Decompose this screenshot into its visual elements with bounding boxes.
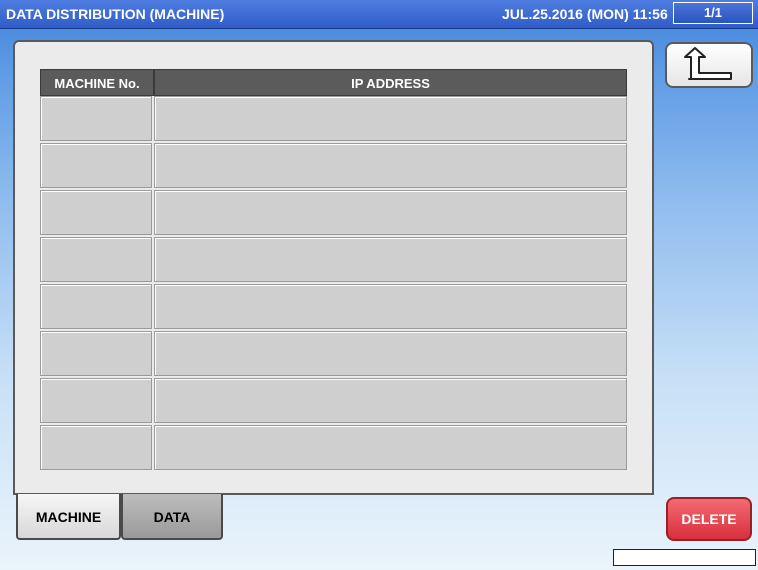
table-row[interactable] xyxy=(40,331,627,378)
status-field xyxy=(613,549,756,566)
machine-no-cell[interactable] xyxy=(40,331,152,376)
return-arrow-icon xyxy=(684,47,732,80)
ip-address-cell[interactable] xyxy=(154,190,627,235)
machine-no-cell[interactable] xyxy=(40,425,152,470)
title-bar: DATA DISTRIBUTION (MACHINE) JUL.25.2016 … xyxy=(0,0,758,29)
machine-no-cell[interactable] xyxy=(40,96,152,141)
ip-address-cell[interactable] xyxy=(154,96,627,141)
page-indicator: 1/1 xyxy=(673,2,753,24)
table-row[interactable] xyxy=(40,237,627,284)
column-header-ip-address: IP ADDRESS xyxy=(154,69,627,96)
table-row[interactable] xyxy=(40,425,627,472)
delete-button[interactable]: DELETE xyxy=(666,497,752,541)
table-row[interactable] xyxy=(40,96,627,143)
ip-address-cell[interactable] xyxy=(154,331,627,376)
table-row[interactable] xyxy=(40,190,627,237)
machine-no-cell[interactable] xyxy=(40,190,152,235)
screen: DATA DISTRIBUTION (MACHINE) JUL.25.2016 … xyxy=(0,0,758,570)
ip-address-cell[interactable] xyxy=(154,143,627,188)
machine-no-cell[interactable] xyxy=(40,378,152,423)
column-header-machine-no: MACHINE No. xyxy=(40,69,154,96)
screen-title: DATA DISTRIBUTION (MACHINE) xyxy=(6,6,225,22)
machine-table: MACHINE No. IP ADDRESS xyxy=(40,69,627,470)
ip-address-cell[interactable] xyxy=(154,284,627,329)
tab-data[interactable]: DATA xyxy=(121,494,223,540)
ip-address-cell[interactable] xyxy=(154,378,627,423)
ip-address-cell[interactable] xyxy=(154,237,627,282)
table-row[interactable] xyxy=(40,284,627,331)
table-header: MACHINE No. IP ADDRESS xyxy=(40,69,627,96)
tab-machine[interactable]: MACHINE xyxy=(16,494,121,540)
table-row[interactable] xyxy=(40,143,627,190)
machine-no-cell[interactable] xyxy=(40,143,152,188)
ip-address-cell[interactable] xyxy=(154,425,627,470)
table-row[interactable] xyxy=(40,378,627,425)
machine-no-cell[interactable] xyxy=(40,237,152,282)
back-button[interactable] xyxy=(665,42,753,88)
date-time: JUL.25.2016 (MON) 11:56 xyxy=(502,6,668,22)
machine-no-cell[interactable] xyxy=(40,284,152,329)
